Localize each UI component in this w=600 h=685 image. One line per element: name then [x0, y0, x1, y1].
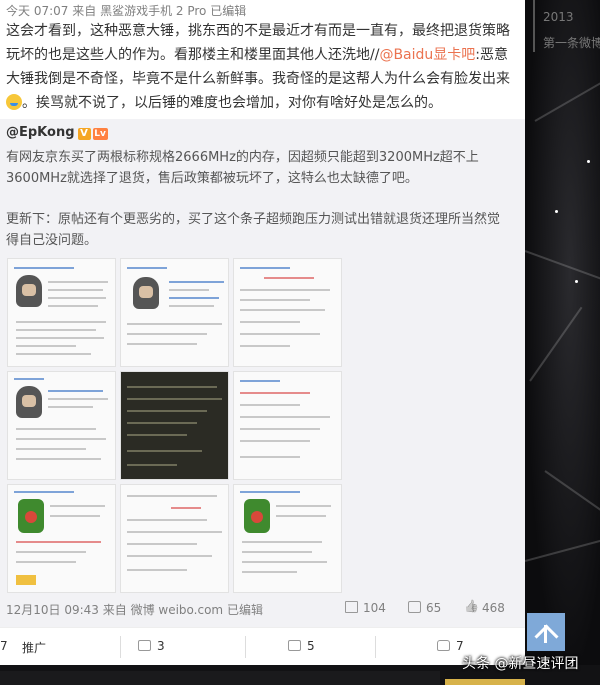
back-to-top-button[interactable] [527, 613, 565, 651]
mention-link[interactable]: @Baidu显卡吧 [379, 47, 475, 63]
post-text: 这会才看到，这种恶意大锤，挑东西的不是最近才有而是一直有，最终把退货策略玩坏的也… [6, 19, 518, 115]
repost-update-text: 更新下：原帖还有个更恶劣的，买了这个条子超频跑压力测试出错就退货还理所当然觉得自… [6, 212, 501, 248]
image-thumb[interactable] [120, 371, 229, 480]
repost-share-count: 104 [363, 601, 386, 615]
repost-comment-stat[interactable]: 65 [408, 601, 441, 615]
share-button[interactable]: 3 [138, 639, 165, 653]
watermark-prefix: 头条 [462, 656, 490, 672]
post-action-bar: 7 推广 3 5 7 [0, 627, 525, 665]
like-count: 7 [456, 639, 464, 653]
image-thumb[interactable] [120, 258, 229, 367]
image-thumb[interactable] [233, 258, 342, 367]
post-meta: 今天 07:07 来自 黑鲨游戏手机 2 Pro 已编辑 [6, 2, 246, 19]
first-weibo-link[interactable]: 第一条微博 [543, 34, 600, 51]
repost-source[interactable]: 来自 微博 weibo.com [103, 603, 223, 617]
image-thumb[interactable] [233, 484, 342, 593]
post-edited[interactable]: 已编辑 [210, 4, 246, 18]
repost-text: 有网友京东买了两根标称规格2666MHz的内存，因超频只能超到3200MHz超不… [6, 150, 479, 186]
level-badge-icon: Lv [92, 128, 108, 140]
repost-edited[interactable]: 已编辑 [227, 603, 263, 617]
comment-icon [288, 640, 301, 651]
repost-author[interactable]: @EpKong [6, 125, 75, 140]
image-thumb[interactable] [120, 484, 229, 593]
image-thumb[interactable] [7, 258, 116, 367]
doge-face-icon [6, 94, 22, 110]
like-icon [464, 601, 477, 613]
share-icon [345, 601, 358, 613]
image-thumb[interactable] [7, 371, 116, 480]
repost-date[interactable]: 12月10日 09:43 [6, 603, 99, 617]
toutiao-watermark: 头条 @新昼速评团 [462, 653, 578, 673]
comment-count: 5 [307, 639, 315, 653]
image-thumb[interactable] [233, 371, 342, 480]
share-count: 3 [157, 639, 165, 653]
background-decoration: 2013 第一条微博 [525, 0, 600, 685]
left-count[interactable]: 7 [0, 639, 8, 653]
repost-block: @EpKong V Lv 有网友京东买了两根标称规格2666MHz的内存，因超频只能… [0, 119, 525, 627]
repost-like-stat[interactable]: 468 [464, 601, 505, 615]
repost-comment-count: 65 [426, 601, 442, 615]
repost-author-line: @EpKong V Lv [6, 125, 108, 140]
watermark-handle: @新昼速评团 [494, 656, 579, 672]
like-button[interactable]: 7 [437, 639, 464, 653]
verified-badge-icon: V [77, 128, 91, 140]
comment-icon [408, 601, 421, 613]
share-icon [138, 640, 151, 651]
like-icon [437, 640, 450, 651]
post-time[interactable]: 今天 07:07 [6, 4, 68, 18]
repost-share-stat[interactable]: 104 [345, 601, 386, 615]
promote-button[interactable]: 推广 [22, 639, 46, 656]
image-thumb[interactable] [7, 484, 116, 593]
timeline-line [533, 0, 535, 52]
comment-button[interactable]: 5 [288, 639, 315, 653]
post-device[interactable]: 黑鲨游戏手机 2 Pro [100, 4, 206, 18]
post-text-part3: 。挨骂就不说了，以后锤的难度也会增加，对你有啥好处是怎么的。 [22, 95, 442, 111]
timeline-year[interactable]: 2013 [543, 10, 574, 24]
weibo-post-card: 今天 07:07 来自 黑鲨游戏手机 2 Pro 已编辑 这会才看到，这种恶意大… [0, 0, 525, 665]
repost-like-count: 468 [482, 601, 505, 615]
post-source-prefix: 来自 [72, 4, 97, 18]
